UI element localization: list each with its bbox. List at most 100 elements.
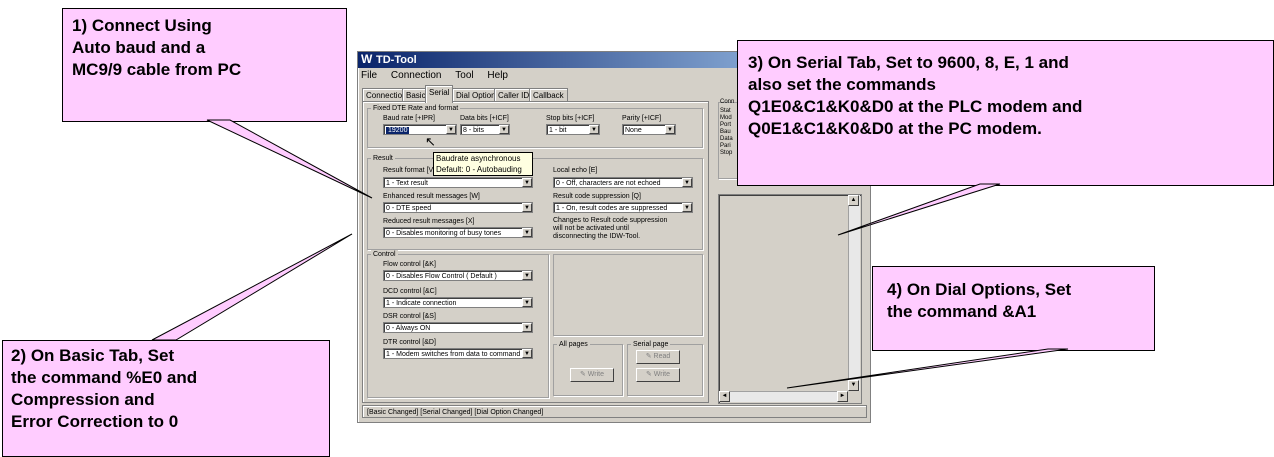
result-format-select[interactable]: 1 - Text result ▼ bbox=[383, 177, 533, 188]
reduced-result-label: Reduced result messages [X] bbox=[383, 218, 475, 225]
chevron-down-icon[interactable]: ▼ bbox=[665, 125, 675, 134]
callout-2-line-2: the command %E0 and bbox=[11, 368, 198, 387]
info-label-parity: Pari bbox=[720, 143, 731, 149]
write-serial-button[interactable]: ✎ Write bbox=[636, 368, 680, 382]
info-label-data: Data bbox=[720, 136, 733, 142]
stop-bits-select[interactable]: 1 - bit ▼ bbox=[546, 124, 600, 135]
serial-page-title: Serial page bbox=[631, 340, 671, 349]
mouse-cursor-icon: ↖ bbox=[425, 134, 436, 149]
empty-group bbox=[553, 254, 703, 336]
chevron-down-icon[interactable]: ▼ bbox=[522, 178, 532, 187]
chevron-down-icon[interactable]: ▼ bbox=[522, 298, 532, 307]
parity-select[interactable]: None ▼ bbox=[622, 124, 676, 135]
callout-4-line-1: 4) On Dial Options, Set bbox=[887, 280, 1072, 299]
result-suppression-value: 1 - On, result codes are suppressed bbox=[556, 205, 668, 212]
chevron-down-icon[interactable]: ▼ bbox=[522, 203, 532, 212]
dsr-control-value: 0 - Always ON bbox=[386, 325, 431, 332]
callout-3-line-2: also set the commands bbox=[748, 75, 937, 94]
menu-help[interactable]: Help bbox=[487, 70, 508, 81]
scroll-down-icon[interactable]: ▼ bbox=[848, 380, 859, 391]
reduced-result-select[interactable]: 0 - Disables monitoring of busy tones ▼ bbox=[383, 227, 533, 238]
info-label-port: Port bbox=[720, 122, 732, 128]
scroll-right-icon[interactable]: ► bbox=[837, 391, 848, 402]
callout-3-line-3: Q1E0&C1&K0&D0 at the PLC modem and bbox=[748, 97, 1083, 116]
baud-rate-tooltip: Baudrate asynchronous Default: 0 - Autob… bbox=[433, 152, 533, 176]
app-logo-icon: W bbox=[361, 52, 373, 66]
flow-control-value: 0 - Disables Flow Control ( Default ) bbox=[386, 273, 497, 280]
local-echo-select[interactable]: 0 - Off, characters are not echoed ▼ bbox=[553, 177, 693, 188]
read-serial-button[interactable]: ✎ Read bbox=[636, 350, 680, 364]
dsr-control-select[interactable]: 0 - Always ON ▼ bbox=[383, 322, 533, 333]
info-label-conn: Conn bbox=[720, 99, 735, 105]
tab-callback[interactable]: Callback bbox=[529, 88, 568, 102]
chevron-down-icon[interactable]: ▼ bbox=[522, 228, 532, 237]
chevron-down-icon[interactable]: ▼ bbox=[589, 125, 599, 134]
info-label-stat: Stat bbox=[720, 108, 731, 114]
chevron-down-icon[interactable]: ▼ bbox=[682, 178, 692, 187]
tab-caller-id[interactable]: Caller ID bbox=[494, 88, 534, 102]
tooltip-line-1: Baudrate asynchronous bbox=[436, 154, 521, 163]
write-all-button[interactable]: ✎ Write bbox=[570, 368, 614, 382]
chevron-down-icon[interactable]: ▼ bbox=[522, 349, 532, 358]
data-bits-select[interactable]: 8 - bits ▼ bbox=[460, 124, 510, 135]
parity-label: Parity [+ICF] bbox=[622, 115, 662, 122]
callout-1-line-3: MC9/9 cable from PC bbox=[72, 60, 242, 79]
flow-control-label: Flow control [&K] bbox=[383, 261, 436, 268]
status-bar: [Basic Changed] [Serial Changed] [Dial O… bbox=[362, 405, 867, 418]
dcd-control-select[interactable]: 1 - Indicate connection ▼ bbox=[383, 297, 533, 308]
stop-bits-value: 1 - bit bbox=[549, 127, 567, 134]
data-bits-label: Data bits [+ICF] bbox=[460, 115, 509, 122]
result-format-label: Result format [V bbox=[383, 167, 434, 174]
chevron-down-icon[interactable]: ▼ bbox=[682, 203, 692, 212]
dtr-control-value: 1 - Modem switches from data to command bbox=[386, 351, 521, 358]
callout-2-line-3: Compression and bbox=[11, 390, 155, 409]
result-suppression-label: Result code suppression [Q] bbox=[553, 193, 641, 200]
dsr-control-label: DSR control [&S] bbox=[383, 313, 436, 320]
chevron-down-icon[interactable]: ▼ bbox=[446, 125, 456, 134]
baud-rate-label: Baud rate [+IPR] bbox=[383, 115, 435, 122]
window-title: TD-Tool bbox=[376, 54, 417, 66]
write-icon: ✎ bbox=[579, 371, 586, 378]
scroll-up-icon[interactable]: ▲ bbox=[848, 195, 859, 206]
info-label-stop: Stop bbox=[720, 150, 733, 156]
chevron-down-icon[interactable]: ▼ bbox=[522, 271, 532, 280]
callout-2-pointer bbox=[151, 233, 353, 341]
callout-4-line-2: the command &A1 bbox=[887, 302, 1037, 321]
log-textarea[interactable] bbox=[718, 194, 862, 404]
callout-3: 3) On Serial Tab, Set to 9600, 8, E, 1 a… bbox=[737, 40, 1274, 186]
info-label-baud: Bau bbox=[720, 129, 731, 135]
callout-1: 1) Connect Using Auto baud and a MC9/9 c… bbox=[62, 8, 347, 122]
chevron-down-icon[interactable]: ▼ bbox=[522, 323, 532, 332]
baud-rate-value: 19200 bbox=[386, 127, 410, 134]
enhanced-result-select[interactable]: 0 - DTE speed ▼ bbox=[383, 202, 533, 213]
enhanced-result-label: Enhanced result messages [W] bbox=[383, 193, 480, 200]
scroll-left-icon[interactable]: ◄ bbox=[719, 391, 730, 402]
result-suppression-select[interactable]: 1 - On, result codes are suppressed ▼ bbox=[553, 202, 693, 213]
read-icon: ✎ bbox=[645, 353, 652, 360]
menu-file[interactable]: File bbox=[361, 70, 377, 81]
callout-1-pointer bbox=[206, 119, 373, 199]
horizontal-scrollbar[interactable] bbox=[719, 391, 848, 402]
enhanced-result-value: 0 - DTE speed bbox=[386, 205, 432, 212]
menu-connection[interactable]: Connection bbox=[391, 70, 442, 81]
tooltip-line-2: Default: 0 - Autobauding bbox=[436, 165, 522, 174]
callout-1-line-1: 1) Connect Using bbox=[72, 16, 212, 35]
callout-3-line-1: 3) On Serial Tab, Set to 9600, 8, E, 1 a… bbox=[748, 53, 1069, 72]
callout-3-line-4: Q0E1&C1&K0&D0 at the PC modem. bbox=[748, 119, 1042, 138]
tab-serial[interactable]: Serial bbox=[425, 85, 454, 103]
flow-control-select[interactable]: 0 - Disables Flow Control ( Default ) ▼ bbox=[383, 270, 533, 281]
reduced-result-value: 0 - Disables monitoring of busy tones bbox=[386, 230, 502, 237]
callout-2-line-1: 2) On Basic Tab, Set bbox=[11, 346, 175, 365]
local-echo-label: Local echo [E] bbox=[553, 167, 598, 174]
control-title: Control bbox=[371, 250, 398, 259]
menu-tool[interactable]: Tool bbox=[455, 70, 473, 81]
chevron-down-icon[interactable]: ▼ bbox=[499, 125, 509, 134]
baud-rate-select[interactable]: 19200 ▼ bbox=[383, 124, 457, 135]
dcd-control-label: DCD control [&C] bbox=[383, 288, 437, 295]
info-label-mod: Mod bbox=[720, 115, 732, 121]
dcd-control-value: 1 - Indicate connection bbox=[386, 300, 457, 307]
write-serial-label: Write bbox=[653, 371, 671, 378]
fixed-dte-title: Fixed DTE Rate and format bbox=[371, 104, 461, 113]
dtr-control-select[interactable]: 1 - Modem switches from data to command … bbox=[383, 348, 533, 359]
vertical-scrollbar[interactable] bbox=[848, 195, 860, 391]
